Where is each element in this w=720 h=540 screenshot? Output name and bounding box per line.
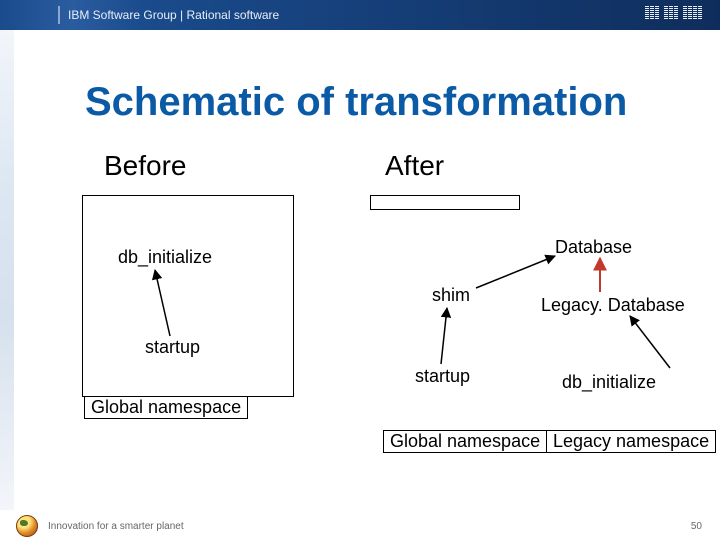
after-shim: shim [432, 285, 470, 306]
before-heading: Before [104, 150, 187, 182]
header-label: IBM Software Group | Rational software [68, 8, 279, 22]
before-startup: startup [145, 337, 200, 358]
slide-title: Schematic of transformation [85, 80, 627, 125]
after-legacy-ns: Legacy namespace [546, 430, 716, 453]
header-bar: IBM Software Group | Rational software [0, 0, 720, 30]
after-legacy-database: Legacy. Database [541, 295, 685, 316]
page-number: 50 [691, 521, 702, 532]
after-outline-box [370, 195, 520, 210]
ibm-logo [645, 6, 702, 20]
header-divider [58, 6, 60, 24]
footer-tagline: Innovation for a smarter planet [48, 521, 184, 532]
after-database: Database [555, 237, 632, 258]
after-global-ns: Global namespace [383, 430, 547, 453]
after-db-initialize: db_initialize [562, 372, 656, 393]
after-startup: startup [415, 366, 470, 387]
before-db-initialize: db_initialize [118, 247, 212, 268]
after-heading: After [385, 150, 444, 182]
before-global-ns: Global namespace [84, 396, 248, 419]
before-outline-box [82, 195, 294, 397]
footer: Innovation for a smarter planet 50 [0, 512, 720, 540]
left-accent-pipe [0, 30, 14, 510]
globe-icon [16, 515, 38, 537]
